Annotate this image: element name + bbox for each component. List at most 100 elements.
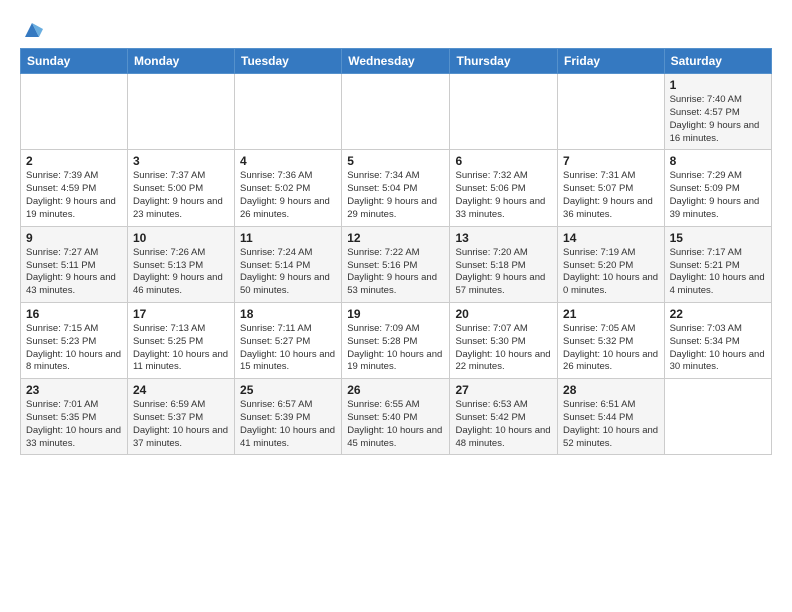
calendar-cell: 13 Sunrise: 7:20 AM Sunset: 5:18 PM Dayli… — [450, 226, 558, 302]
week-row-3: 9 Sunrise: 7:27 AM Sunset: 5:11 PM Daylig… — [21, 226, 772, 302]
day-info: Sunrise: 7:40 AM Sunset: 4:57 PM Dayligh… — [670, 94, 766, 145]
day-info: Sunrise: 7:29 AM Sunset: 5:09 PM Dayligh… — [670, 170, 766, 221]
calendar-cell: 18Sunrise: 7:11 AM Sunset: 5:27 PM Dayli… — [235, 302, 342, 378]
calendar-cell: 22 Sunrise: 7:03 AM Sunset: 5:34 PM Dayli… — [664, 302, 771, 378]
day-number: 26 — [347, 383, 444, 397]
weekday-header-friday: Friday — [558, 49, 665, 74]
day-info: Sunrise: 7:15 AM Sunset: 5:23 PM Dayligh… — [26, 323, 122, 374]
day-number: 17 — [133, 307, 229, 321]
day-number: 6 — [455, 154, 552, 168]
day-info: Sunrise: 7:01 AM Sunset: 5:35 PM Dayligh… — [26, 399, 122, 450]
week-row-1: 1 Sunrise: 7:40 AM Sunset: 4:57 PM Daylig… — [21, 74, 772, 150]
calendar-cell: 24 Sunrise: 6:59 AM Sunset: 5:37 PM Dayli… — [127, 379, 234, 455]
calendar-cell: 8 Sunrise: 7:29 AM Sunset: 5:09 PM Daylig… — [664, 150, 771, 226]
calendar-cell: 25 Sunrise: 6:57 AM Sunset: 5:39 PM Dayli… — [235, 379, 342, 455]
page: SundayMondayTuesdayWednesdayThursdayFrid… — [0, 0, 792, 471]
day-number: 2 — [26, 154, 122, 168]
day-info: Sunrise: 7:22 AM Sunset: 5:16 PM Dayligh… — [347, 247, 444, 298]
calendar-cell: 4Sunrise: 7:36 AM Sunset: 5:02 PM Daylig… — [235, 150, 342, 226]
day-number: 16 — [26, 307, 122, 321]
day-number: 7 — [563, 154, 659, 168]
day-info: Sunrise: 7:05 AM Sunset: 5:32 PM Dayligh… — [563, 323, 659, 374]
day-number: 14 — [563, 231, 659, 245]
day-number: 8 — [670, 154, 766, 168]
weekday-header-wednesday: Wednesday — [342, 49, 450, 74]
day-info: Sunrise: 7:17 AM Sunset: 5:21 PM Dayligh… — [670, 247, 766, 298]
calendar-cell: 9 Sunrise: 7:27 AM Sunset: 5:11 PM Daylig… — [21, 226, 128, 302]
calendar-cell — [127, 74, 234, 150]
week-row-5: 23 Sunrise: 7:01 AM Sunset: 5:35 PM Dayli… — [21, 379, 772, 455]
day-number: 19 — [347, 307, 444, 321]
day-number: 5 — [347, 154, 444, 168]
weekday-header-monday: Monday — [127, 49, 234, 74]
calendar-cell — [558, 74, 665, 150]
week-row-2: 2 Sunrise: 7:39 AM Sunset: 4:59 PM Daylig… — [21, 150, 772, 226]
day-number: 11 — [240, 231, 336, 245]
calendar-cell: 6 Sunrise: 7:32 AM Sunset: 5:06 PM Daylig… — [450, 150, 558, 226]
day-number: 22 — [670, 307, 766, 321]
calendar-cell: 19 Sunrise: 7:09 AM Sunset: 5:28 PM Dayli… — [342, 302, 450, 378]
day-number: 25 — [240, 383, 336, 397]
calendar-cell: 3 Sunrise: 7:37 AM Sunset: 5:00 PM Daylig… — [127, 150, 234, 226]
calendar-cell: 26 Sunrise: 6:55 AM Sunset: 5:40 PM Dayli… — [342, 379, 450, 455]
day-number: 9 — [26, 231, 122, 245]
day-info: Sunrise: 7:07 AM Sunset: 5:30 PM Dayligh… — [455, 323, 552, 374]
day-info: Sunrise: 7:32 AM Sunset: 5:06 PM Dayligh… — [455, 170, 552, 221]
day-info: Sunrise: 6:55 AM Sunset: 5:40 PM Dayligh… — [347, 399, 444, 450]
day-number: 10 — [133, 231, 229, 245]
day-info: Sunrise: 7:13 AM Sunset: 5:25 PM Dayligh… — [133, 323, 229, 374]
calendar-cell — [235, 74, 342, 150]
day-info: Sunrise: 7:19 AM Sunset: 5:20 PM Dayligh… — [563, 247, 659, 298]
day-number: 12 — [347, 231, 444, 245]
day-number: 18 — [240, 307, 336, 321]
day-number: 21 — [563, 307, 659, 321]
calendar-table: SundayMondayTuesdayWednesdayThursdayFrid… — [20, 48, 772, 455]
calendar-cell: 12 Sunrise: 7:22 AM Sunset: 5:16 PM Dayli… — [342, 226, 450, 302]
weekday-header-saturday: Saturday — [664, 49, 771, 74]
day-info: Sunrise: 7:39 AM Sunset: 4:59 PM Dayligh… — [26, 170, 122, 221]
calendar-cell: 11 Sunrise: 7:24 AM Sunset: 5:14 PM Dayli… — [235, 226, 342, 302]
day-info: Sunrise: 7:31 AM Sunset: 5:07 PM Dayligh… — [563, 170, 659, 221]
calendar-cell: 23 Sunrise: 7:01 AM Sunset: 5:35 PM Dayli… — [21, 379, 128, 455]
day-info: Sunrise: 7:24 AM Sunset: 5:14 PM Dayligh… — [240, 247, 336, 298]
weekday-header-thursday: Thursday — [450, 49, 558, 74]
calendar-cell: 5 Sunrise: 7:34 AM Sunset: 5:04 PM Daylig… — [342, 150, 450, 226]
calendar-cell: 21 Sunrise: 7:05 AM Sunset: 5:32 PM Dayli… — [558, 302, 665, 378]
calendar-cell: 28Sunrise: 6:51 AM Sunset: 5:44 PM Dayli… — [558, 379, 665, 455]
calendar-cell: 27 Sunrise: 6:53 AM Sunset: 5:42 PM Dayli… — [450, 379, 558, 455]
calendar-cell — [450, 74, 558, 150]
logo — [20, 16, 43, 38]
calendar-cell: 1 Sunrise: 7:40 AM Sunset: 4:57 PM Daylig… — [664, 74, 771, 150]
day-number: 24 — [133, 383, 229, 397]
calendar-cell: 2 Sunrise: 7:39 AM Sunset: 4:59 PM Daylig… — [21, 150, 128, 226]
day-info: Sunrise: 6:57 AM Sunset: 5:39 PM Dayligh… — [240, 399, 336, 450]
day-info: Sunrise: 7:09 AM Sunset: 5:28 PM Dayligh… — [347, 323, 444, 374]
calendar-cell: 16 Sunrise: 7:15 AM Sunset: 5:23 PM Dayli… — [21, 302, 128, 378]
calendar-cell: 15 Sunrise: 7:17 AM Sunset: 5:21 PM Dayli… — [664, 226, 771, 302]
day-info: Sunrise: 6:59 AM Sunset: 5:37 PM Dayligh… — [133, 399, 229, 450]
day-info: Sunrise: 7:34 AM Sunset: 5:04 PM Dayligh… — [347, 170, 444, 221]
calendar-cell — [664, 379, 771, 455]
day-info: Sunrise: 7:27 AM Sunset: 5:11 PM Dayligh… — [26, 247, 122, 298]
calendar-cell: 7 Sunrise: 7:31 AM Sunset: 5:07 PM Daylig… — [558, 150, 665, 226]
calendar-cell: 20 Sunrise: 7:07 AM Sunset: 5:30 PM Dayli… — [450, 302, 558, 378]
calendar-cell — [21, 74, 128, 150]
day-number: 27 — [455, 383, 552, 397]
day-info: Sunrise: 7:36 AM Sunset: 5:02 PM Dayligh… — [240, 170, 336, 221]
logo-blue-text — [20, 15, 43, 40]
day-number: 13 — [455, 231, 552, 245]
day-info: Sunrise: 6:53 AM Sunset: 5:42 PM Dayligh… — [455, 399, 552, 450]
day-number: 15 — [670, 231, 766, 245]
day-info: Sunrise: 7:20 AM Sunset: 5:18 PM Dayligh… — [455, 247, 552, 298]
day-info: Sunrise: 7:03 AM Sunset: 5:34 PM Dayligh… — [670, 323, 766, 374]
day-number: 20 — [455, 307, 552, 321]
calendar-cell: 17 Sunrise: 7:13 AM Sunset: 5:25 PM Dayli… — [127, 302, 234, 378]
weekday-header-sunday: Sunday — [21, 49, 128, 74]
weekday-header-tuesday: Tuesday — [235, 49, 342, 74]
day-number: 28 — [563, 383, 659, 397]
day-number: 1 — [670, 78, 766, 92]
weekday-header-row: SundayMondayTuesdayWednesdayThursdayFrid… — [21, 49, 772, 74]
day-info: Sunrise: 7:37 AM Sunset: 5:00 PM Dayligh… — [133, 170, 229, 221]
day-number: 23 — [26, 383, 122, 397]
day-number: 3 — [133, 154, 229, 168]
